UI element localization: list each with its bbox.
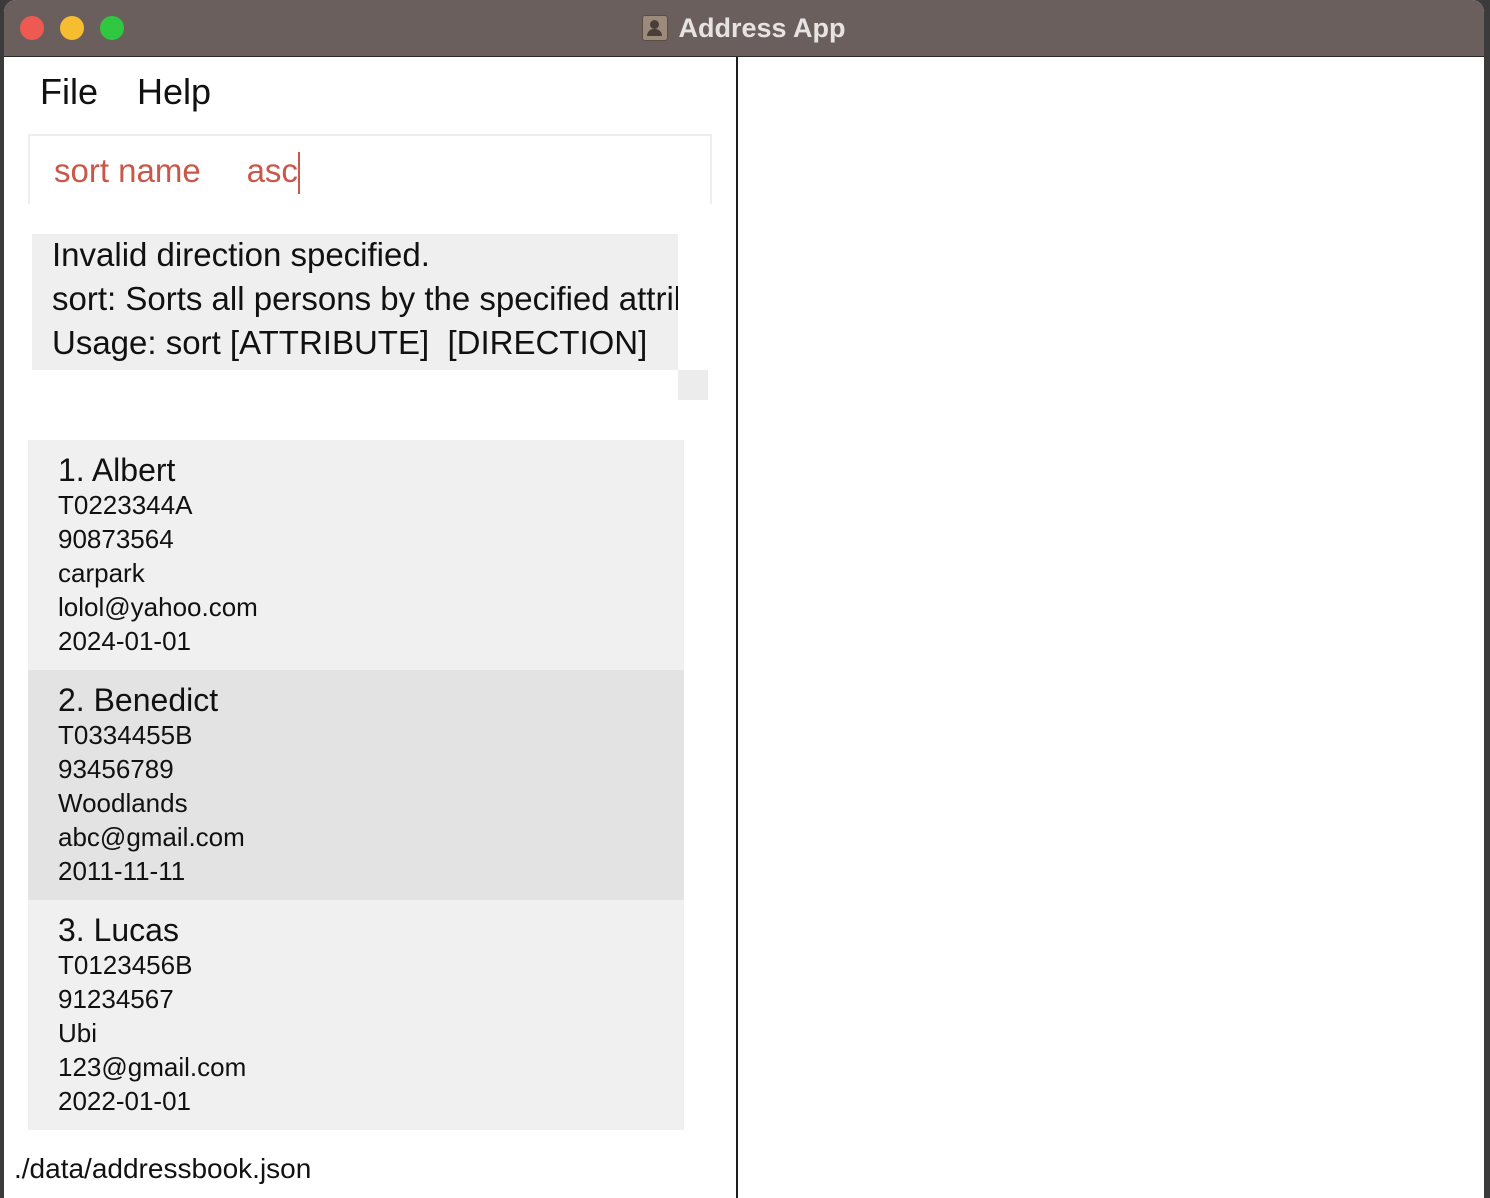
person-nric: T0123456B [58,950,193,980]
address-book-app-icon [642,15,669,41]
person-name: 3. Lucas [58,912,179,948]
person-nric: T0334455B [58,720,193,750]
person-phone: 91234567 [58,984,174,1014]
window-title-group: Address App [4,0,1484,56]
person-email: 123@gmail.com [58,1052,247,1082]
person-phone: 93456789 [58,754,174,784]
person-card[interactable]: 1. Albert T0223344A 90873564 carpark lol… [28,440,684,670]
person-date: 2022-01-01 [58,1086,191,1116]
person-address: carpark [58,558,145,588]
title-bar[interactable]: Address App [4,0,1484,57]
person-name: 1. Albert [58,452,176,488]
result-scrollbar-corner[interactable] [678,370,708,400]
result-line-error: Invalid direction specified. [52,236,430,273]
left-pane: File Help sort name asc Invalid directio… [4,57,736,1198]
menu-help[interactable]: Help [137,71,211,113]
right-pane [738,57,1484,1198]
menu-file[interactable]: File [40,71,98,113]
menu-bar: File Help [4,57,736,127]
text-caret [297,152,300,195]
result-line-usage: Usage: sort [ATTRIBUTE] [DIRECTION] [52,324,648,361]
status-bar-file-path: ./data/addressbook.json [14,1153,312,1184]
command-input[interactable]: sort name asc [54,152,300,195]
person-phone: 90873564 [58,524,174,554]
window-title: Address App [678,12,846,43]
command-input-box[interactable]: sort name asc [28,134,712,204]
result-display: Invalid direction specified. sort: Sorts… [32,234,678,370]
person-email: abc@gmail.com [58,822,245,852]
person-email: lolol@yahoo.com [58,592,258,622]
person-card[interactable]: 3. Lucas T0123456B 91234567 Ubi 123@gmai… [28,900,684,1130]
person-address: Ubi [58,1018,98,1048]
person-address: Woodlands [58,788,188,818]
person-card[interactable]: 2. Benedict T0334455B 93456789 Woodlands… [28,670,684,900]
person-date: 2011-11-11 [58,856,186,886]
app-window: Address App File Help sort name asc Inva… [4,0,1484,1198]
result-line-description: sort: Sorts all persons by the specified… [52,280,678,317]
person-date: 2024-01-01 [58,626,191,656]
person-name: 2. Benedict [58,682,219,718]
person-nric: T0223344A [58,490,193,520]
person-list[interactable]: 1. Albert T0223344A 90873564 carpark lol… [28,440,684,1130]
command-input-value: sort name asc [54,152,298,189]
